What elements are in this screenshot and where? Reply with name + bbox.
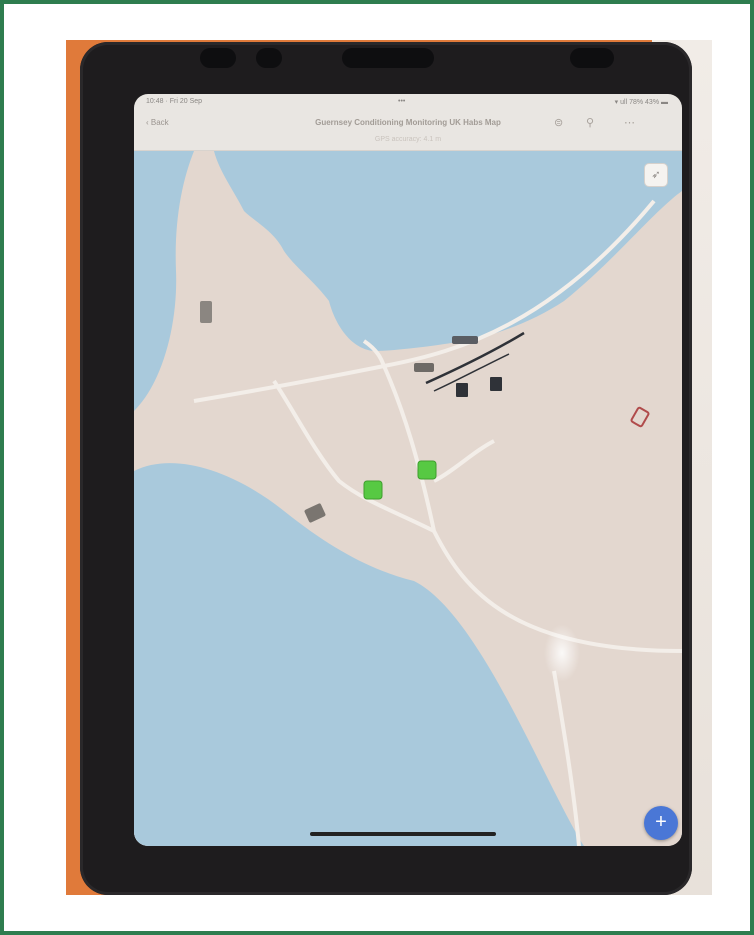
screen-glare <box>544 624 580 682</box>
page-title: Guernsey Conditioning Monitoring UK Habs… <box>315 118 501 127</box>
case-notch-left <box>200 48 236 68</box>
location-arrow-icon: ➶ <box>651 169 661 181</box>
add-button[interactable]: + <box>644 806 678 840</box>
dark-marker[interactable] <box>456 383 468 397</box>
map-view[interactable]: ➶ <box>134 151 682 846</box>
case-notch-right <box>570 48 614 68</box>
dark-marker[interactable] <box>452 336 478 344</box>
map-canvas[interactable] <box>134 151 682 846</box>
dark-marker[interactable] <box>490 377 502 391</box>
gray-marker[interactable] <box>200 301 212 323</box>
status-time: 10:48 · Fri 20 Sep <box>146 98 203 105</box>
search-icon[interactable]: ⚲ <box>586 116 594 129</box>
more-icon[interactable]: ⋯ <box>624 116 635 129</box>
nav-bar: ‹ Back Guernsey Conditioning Monitoring … <box>134 110 682 136</box>
case-notch <box>256 48 282 68</box>
layers-icon[interactable]: ⊜ <box>554 116 563 129</box>
status-icons: ▾ ull 78% 43% ▬ <box>614 99 668 106</box>
tablet-screen: 10:48 · Fri 20 Sep ••• ▾ ull 78% 43% ▬ ‹… <box>134 94 682 846</box>
green-marker[interactable] <box>417 460 437 480</box>
camera-bump <box>342 48 434 68</box>
gray-marker[interactable] <box>414 363 434 372</box>
locate-button[interactable]: ➶ <box>644 163 668 187</box>
tablet-photo: 10:48 · Fri 20 Sep ••• ▾ ull 78% 43% ▬ ‹… <box>66 40 712 895</box>
tablet-case: 10:48 · Fri 20 Sep ••• ▾ ull 78% 43% ▬ ‹… <box>80 42 692 895</box>
gps-accuracy: GPS accuracy: 4.1 m <box>134 136 682 151</box>
home-indicator[interactable] <box>310 832 496 836</box>
status-bar: 10:48 · Fri 20 Sep ••• ▾ ull 78% 43% ▬ <box>134 94 682 110</box>
photo-frame: 10:48 · Fri 20 Sep ••• ▾ ull 78% 43% ▬ ‹… <box>0 0 754 935</box>
green-marker[interactable] <box>363 480 383 500</box>
status-center: ••• <box>398 98 406 105</box>
